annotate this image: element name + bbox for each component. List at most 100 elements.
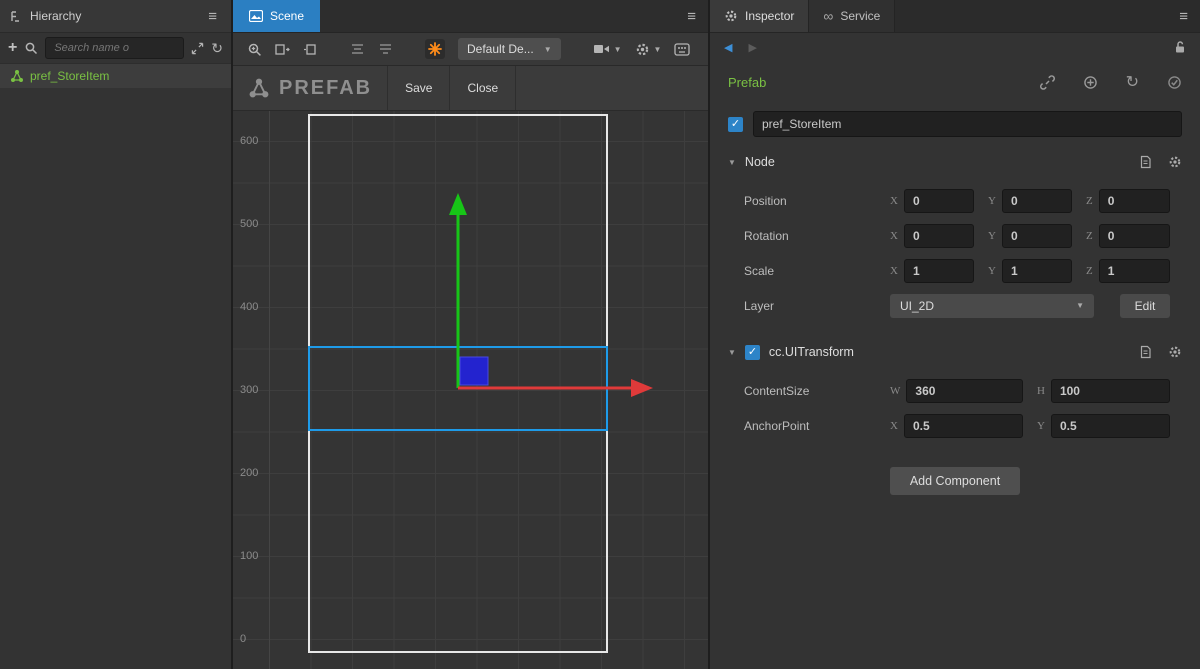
gear-icon[interactable]: [1168, 345, 1182, 359]
docs-icon[interactable]: [1139, 155, 1152, 169]
scene-settings-dropdown[interactable]: ▼: [635, 42, 662, 57]
anchorpoint-label: AnchorPoint: [744, 419, 890, 433]
scene-tabbar: Scene ≡: [233, 0, 708, 33]
node-name-row: ✓: [710, 107, 1200, 141]
docs-icon[interactable]: [1139, 345, 1152, 359]
move-widget-icon[interactable]: [275, 43, 290, 56]
inspector-tab-label: Inspector: [745, 9, 794, 23]
search-filter-button[interactable]: [24, 41, 38, 55]
axis-w-label: W: [890, 385, 900, 397]
axis-z-label: Z: [1086, 230, 1093, 242]
prefab-edit-bar: PREFAB Save Close: [233, 66, 708, 111]
scale-x-input[interactable]: [904, 259, 974, 283]
gear-icon: [635, 42, 650, 57]
scale-row: Scale X Y Z: [710, 253, 1200, 288]
history-back-button[interactable]: ◀: [724, 41, 732, 54]
collapse-icon[interactable]: ▼: [728, 158, 736, 167]
position-row: Position X Y Z: [710, 183, 1200, 218]
add-component-button[interactable]: Add Component: [890, 467, 1020, 495]
rotation-x-input[interactable]: [904, 224, 974, 248]
prefab-status-label: Prefab: [728, 75, 766, 90]
node-section-title: Node: [745, 155, 775, 169]
scene-viewport[interactable]: 600 500 400 300 200 100 0: [233, 111, 708, 669]
rotation-y-input[interactable]: [1002, 224, 1072, 248]
uitransform-checkbox[interactable]: ✓: [745, 345, 760, 360]
hierarchy-header: Hierarchy ≡: [0, 0, 231, 33]
zoom-tool-icon[interactable]: [247, 42, 262, 57]
layer-edit-button[interactable]: Edit: [1120, 294, 1170, 318]
chevron-down-icon: ▼: [1076, 301, 1084, 310]
tab-service[interactable]: ∞ Service: [809, 0, 895, 32]
contentsize-w-input[interactable]: [906, 379, 1023, 403]
expand-icon[interactable]: [191, 42, 204, 55]
prefab-apply-icon[interactable]: [1167, 75, 1182, 90]
anchorpoint-y-input[interactable]: [1051, 414, 1170, 438]
tab-inspector[interactable]: Inspector: [710, 0, 809, 32]
prefab-save-button[interactable]: Save: [388, 66, 449, 110]
hierarchy-menu-icon[interactable]: ≡: [204, 8, 221, 25]
layer-value: UI_2D: [900, 299, 934, 313]
camera-icon: [593, 43, 610, 55]
contentsize-label: ContentSize: [744, 384, 890, 398]
search-icon: [24, 41, 38, 55]
layer-row: Layer UI_2D ▼ Edit: [710, 288, 1200, 323]
scene-icon: [249, 10, 263, 22]
rotation-label: Rotation: [744, 229, 890, 243]
grid-icon[interactable]: [674, 43, 690, 56]
layer-dropdown[interactable]: UI_2D ▼: [890, 294, 1094, 318]
node-name-input[interactable]: [753, 111, 1182, 137]
axis-z-label: Z: [1086, 195, 1093, 207]
axis-h-label: H: [1037, 385, 1045, 397]
inspector-panel: Inspector ∞ Service ≡ ◀ ▶ Prefab: [710, 0, 1200, 669]
node-section-header[interactable]: ▼ Node: [710, 141, 1200, 183]
axis-x-label: X: [890, 420, 898, 432]
history-forward-button[interactable]: ▶: [748, 41, 756, 54]
axis-y-label: Y: [988, 230, 996, 242]
rotation-z-input[interactable]: [1099, 224, 1170, 248]
align-horizontal-icon[interactable]: [350, 43, 365, 55]
gear-icon[interactable]: [1168, 155, 1182, 169]
contentsize-h-input[interactable]: [1051, 379, 1170, 403]
camera-dropdown[interactable]: ▼: [593, 43, 622, 55]
position-label: Position: [744, 194, 890, 208]
tree-item-pref-storeitem[interactable]: pref_StoreItem: [0, 64, 231, 88]
prefab-logo-icon: [248, 77, 270, 99]
scene-menu-icon[interactable]: ≡: [683, 0, 708, 32]
chevron-down-icon: ▼: [614, 45, 622, 54]
position-x-input[interactable]: [904, 189, 974, 213]
axis-y-label: Y: [988, 195, 996, 207]
prefab-locate-icon[interactable]: [1083, 75, 1098, 90]
inspector-gear-icon: [724, 9, 738, 23]
prefab-icon: [10, 69, 24, 83]
search-input[interactable]: [45, 37, 184, 59]
anchorpoint-x-input[interactable]: [904, 414, 1023, 438]
scale-y-input[interactable]: [1002, 259, 1072, 283]
distribute-icon[interactable]: [378, 43, 393, 55]
prefab-close-button[interactable]: Close: [450, 66, 515, 110]
node-active-checkbox[interactable]: ✓: [728, 117, 743, 132]
axis-plane-handle[interactable]: [460, 357, 488, 385]
prefab-revert-icon[interactable]: ↻: [1126, 72, 1139, 92]
scale-z-input[interactable]: [1099, 259, 1170, 283]
uitransform-section-header[interactable]: ▼ ✓ cc.UITransform: [710, 331, 1200, 373]
inspector-tabbar: Inspector ∞ Service ≡: [710, 0, 1200, 33]
view-mode-dropdown[interactable]: Default De... ▼: [458, 38, 561, 60]
chevron-down-icon: ▼: [544, 45, 552, 54]
prefab-status-row: Prefab ↻: [710, 61, 1200, 103]
prefab-operations: ↻: [1040, 72, 1182, 92]
position-y-input[interactable]: [1002, 189, 1072, 213]
chevron-down-icon: ▼: [654, 45, 662, 54]
gizmo-settings-icon[interactable]: [425, 39, 445, 59]
inspector-menu-icon[interactable]: ≡: [1175, 0, 1200, 32]
position-z-input[interactable]: [1099, 189, 1170, 213]
hierarchy-icon: [10, 10, 23, 23]
rect-widget-icon[interactable]: [303, 43, 318, 56]
lock-icon[interactable]: [1174, 40, 1186, 54]
editor-window: Hierarchy ≡ + ↻ pref_StoreItem: [0, 0, 1200, 669]
add-node-button[interactable]: +: [8, 39, 17, 57]
collapse-icon[interactable]: ▼: [728, 348, 736, 357]
refresh-icon[interactable]: ↻: [211, 40, 223, 57]
tab-scene[interactable]: Scene: [233, 0, 320, 32]
prefab-unlink-icon[interactable]: [1040, 75, 1055, 90]
rotation-row: Rotation X Y Z: [710, 218, 1200, 253]
